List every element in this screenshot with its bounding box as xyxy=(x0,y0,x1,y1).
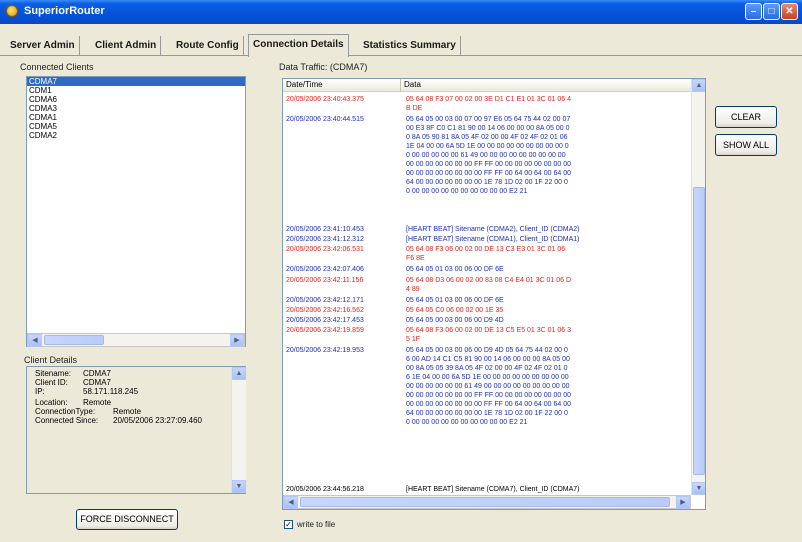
client-list-item[interactable]: CDMA1 xyxy=(27,113,245,122)
write-to-file-checkbox[interactable]: ✓ xyxy=(284,520,293,529)
detail-value: Remote xyxy=(113,407,142,416)
connected-clients-label: Connected Clients xyxy=(20,62,94,72)
client-list-item[interactable]: CDMA3 xyxy=(27,104,245,113)
title-bar[interactable]: SuperiorRouter – □ ✕ xyxy=(0,0,802,24)
traffic-datetime: 20/05/2006 23:41:12.312 xyxy=(286,236,364,243)
scroll-up-icon[interactable]: ▲ xyxy=(692,79,705,92)
traffic-data: 05 64 05 01 03 00 06 00 DF 6E xyxy=(406,266,504,273)
detail-value: CDMA7 xyxy=(83,378,112,387)
tab-connection-details[interactable]: Connection Details xyxy=(248,34,349,57)
traffic-datetime: 20/05/2006 23:42:12.171 xyxy=(286,297,364,304)
data-traffic-list[interactable]: Date/Time Data 20/05/2006 23:40:43.375 0… xyxy=(282,78,706,510)
tab-route-config[interactable]: Route Config xyxy=(172,36,244,56)
scrollbar-thumb[interactable] xyxy=(300,497,670,507)
client-list-item[interactable]: CDMA5 xyxy=(27,122,245,131)
client-list-item[interactable]: CDMA6 xyxy=(27,95,245,104)
detail-value: CDMA7 xyxy=(83,369,112,378)
tab-bar: Server Admin Client Admin Route Config C… xyxy=(0,34,802,57)
detail-key: IP: xyxy=(35,387,45,396)
client-list-item[interactable]: CDMA2 xyxy=(27,131,245,140)
traffic-datetime: 20/05/2006 23:40:44.515 xyxy=(286,116,364,123)
scrollbar-thumb[interactable] xyxy=(693,187,705,475)
detail-value: 20/05/2006 23:27:09.460 xyxy=(113,416,202,425)
write-to-file-label: write to file xyxy=(297,520,336,529)
traffic-data: 05 64 05 01 03 00 06 00 DF 6E xyxy=(406,297,504,304)
traffic-data: 05 64 05 00 03 00 06 00 D9 4D 05 64 75 4… xyxy=(406,347,572,426)
traffic-data: [HEART BEAT] Sitename (CDMA2), Client_ID… xyxy=(406,226,580,233)
scroll-right-icon[interactable]: ▶ xyxy=(676,496,690,509)
traffic-datetime: 20/05/2006 23:42:11.156 xyxy=(286,277,364,284)
detail-key: Location: xyxy=(35,398,68,407)
detail-key: Sitename: xyxy=(35,369,72,378)
window-title: SuperiorRouter xyxy=(24,5,105,17)
scroll-down-icon[interactable]: ▼ xyxy=(692,482,705,495)
scroll-up-icon[interactable]: ▲ xyxy=(232,367,246,380)
close-button[interactable]: ✕ xyxy=(781,3,798,20)
detail-key: ConnectionType: xyxy=(35,407,96,416)
traffic-datetime: 20/05/2006 23:40:43.375 xyxy=(286,96,364,103)
scroll-left-icon[interactable]: ◀ xyxy=(284,496,298,509)
details-vertical-scrollbar[interactable]: ▲ ▼ xyxy=(231,367,246,493)
column-header-data[interactable]: Data xyxy=(401,79,691,92)
scroll-down-icon[interactable]: ▼ xyxy=(232,480,246,493)
maximize-button[interactable]: □ xyxy=(763,3,780,20)
tab-client-admin[interactable]: Client Admin xyxy=(91,36,162,56)
app-window: SuperiorRouter – □ ✕ Server Admin Client… xyxy=(0,0,802,542)
traffic-vertical-scrollbar[interactable]: ▲ ▼ xyxy=(691,79,705,495)
traffic-data: 05 64 05 00 03 00 06 00 D9 4D xyxy=(406,317,504,324)
traffic-datetime: 20/05/2006 23:42:17.453 xyxy=(286,317,364,324)
tab-statistics-summary[interactable]: Statistics Summary xyxy=(359,36,461,56)
traffic-datetime: 20/05/2006 23:42:07.406 xyxy=(286,266,364,273)
show-all-button[interactable]: SHOW ALL xyxy=(715,134,777,156)
client-details-box: Sitename: CDMA7 Client ID: CDMA7 IP: 58.… xyxy=(26,366,246,494)
tab-server-admin[interactable]: Server Admin xyxy=(6,36,80,56)
clear-button[interactable]: CLEAR xyxy=(715,106,777,128)
clients-horizontal-scrollbar[interactable]: ◀ ▶ xyxy=(27,333,245,347)
scrollbar-thumb[interactable] xyxy=(44,335,104,345)
traffic-data: [HEART BEAT] Sitename (CDMA7), Client_ID… xyxy=(406,486,580,493)
detail-value: 58.171.118.245 xyxy=(83,387,139,396)
traffic-datetime: 20/05/2006 23:44:56.218 xyxy=(286,486,364,493)
connected-clients-list[interactable]: CDMA7 CDM1 CDMA6 CDMA3 CDMA1 CDMA5 CDMA2… xyxy=(26,76,246,347)
app-icon xyxy=(6,5,18,17)
scroll-right-icon[interactable]: ▶ xyxy=(230,334,244,347)
traffic-data: [HEART BEAT] Sitename (CDMA1), Client_ID… xyxy=(406,236,580,243)
traffic-data: 05 64 08 D3 06 00 02 00 83 08 C4 E4 01 3… xyxy=(406,277,572,293)
force-disconnect-button[interactable]: FORCE DISCONNECT xyxy=(76,509,178,530)
traffic-datetime: 20/05/2006 23:42:19.953 xyxy=(286,347,364,354)
minimize-button[interactable]: – xyxy=(745,3,762,20)
traffic-data: 05 64 08 F3 06 00 02 00 DE 13 C3 E3 01 3… xyxy=(406,246,566,262)
traffic-datetime: 20/05/2006 23:42:19.859 xyxy=(286,327,364,334)
traffic-table-header: Date/Time Data xyxy=(283,79,705,92)
data-traffic-label: Data Traffic: (CDMA7) xyxy=(279,62,368,72)
traffic-data: 05 64 05 00 03 00 07 00 97 E6 05 64 75 4… xyxy=(406,116,572,195)
client-details-label: Client Details xyxy=(24,355,78,365)
client-list-item[interactable]: CDM1 xyxy=(27,86,245,95)
detail-value: Remote xyxy=(83,398,112,407)
client-list-item[interactable]: CDMA7 xyxy=(27,77,245,86)
scroll-left-icon[interactable]: ◀ xyxy=(28,334,42,347)
traffic-datetime: 20/05/2006 23:41:10.453 xyxy=(286,226,364,233)
detail-key: Client ID: xyxy=(35,378,68,387)
traffic-datetime: 20/05/2006 23:42:06.531 xyxy=(286,246,364,253)
traffic-data: 05 64 05 C0 06 00 02 00 1E 35 xyxy=(406,307,504,314)
traffic-horizontal-scrollbar[interactable]: ◀ ▶ xyxy=(283,495,691,509)
traffic-data: 05 64 08 F3 07 00 02 00 3E D1 C1 E1 01 3… xyxy=(406,96,572,112)
traffic-data: 05 64 08 F3 06 00 02 00 DE 13 C5 E5 01 3… xyxy=(406,327,572,343)
traffic-datetime: 20/05/2006 23:42:16.562 xyxy=(286,307,364,314)
detail-key: Connected Since: xyxy=(35,416,99,425)
column-header-datetime[interactable]: Date/Time xyxy=(283,79,401,92)
